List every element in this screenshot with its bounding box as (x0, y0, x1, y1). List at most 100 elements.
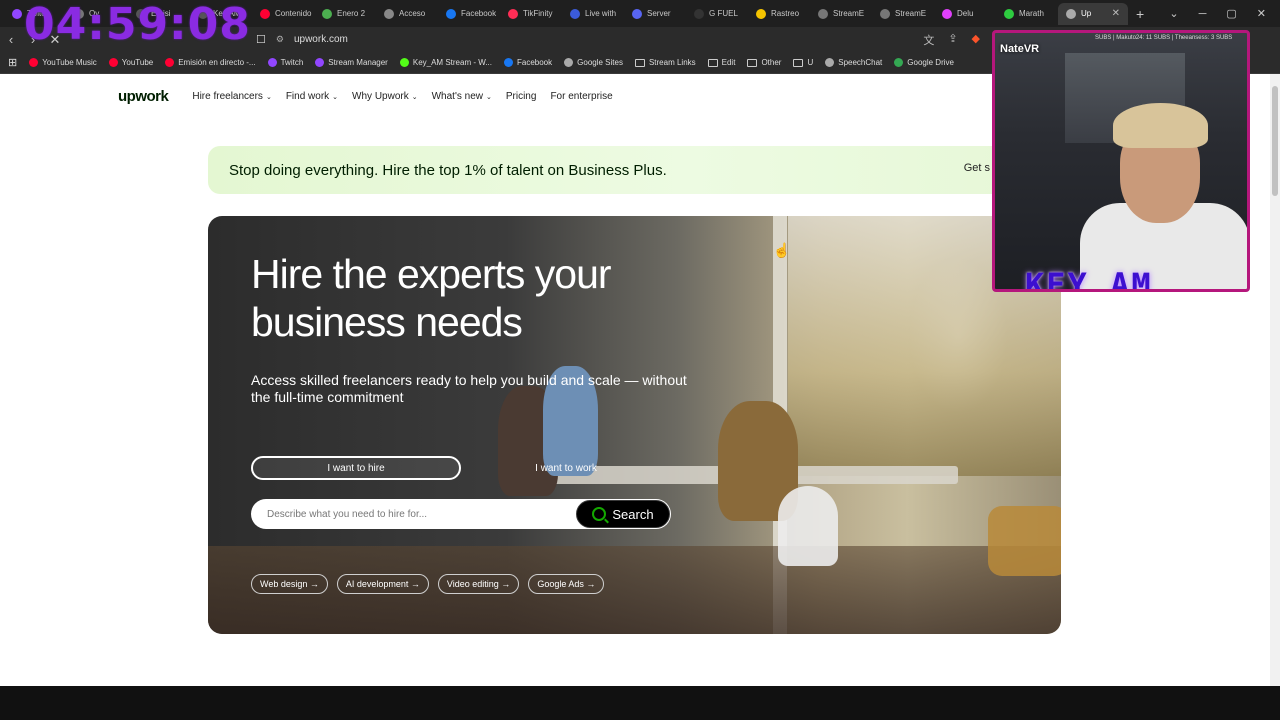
bookmark-star-icon[interactable]: ☐ (256, 33, 266, 46)
chip-web-design[interactable]: Web design → (251, 574, 328, 594)
browser-tab[interactable]: Marath (996, 3, 1058, 25)
scrollbar-thumb[interactable] (1272, 86, 1278, 196)
url-text[interactable]: upwork.com (294, 34, 348, 45)
chevron-down-icon: ⌄ (485, 93, 492, 101)
webcam-overlay: NateVR SUBS | Makuto24: 11 SUBS | Theean… (992, 30, 1250, 292)
browser-tab[interactable]: Live with (562, 3, 624, 25)
tab-title: Up (1081, 9, 1092, 18)
page-scrollbar[interactable] (1270, 74, 1280, 686)
browser-tab[interactable]: Delu (934, 3, 996, 25)
bookmark-item[interactable]: Facebook (504, 58, 552, 67)
folder-icon (634, 58, 645, 67)
bookmark-folder[interactable]: Edit (707, 58, 736, 67)
bookmark-item[interactable]: YouTube Music (29, 58, 97, 67)
hero-search-input[interactable] (251, 508, 576, 520)
bookmark-favicon-icon (399, 58, 409, 67)
bookmark-favicon-icon (315, 58, 325, 67)
bookmark-item[interactable]: Emisión en directo -... (165, 58, 256, 67)
nav-whats-new[interactable]: What's new ⌄ (432, 91, 492, 102)
toggle-i-want-to-work[interactable]: I want to work (461, 456, 671, 480)
nav-why-upwork[interactable]: Why Upwork ⌄ (352, 91, 418, 102)
browser-tab[interactable]: Enero 2 (314, 3, 376, 25)
browser-tab[interactable]: Contenido (252, 3, 314, 25)
bookmark-label: Facebook (517, 58, 553, 67)
tab-search-icon[interactable]: ⌄ (1169, 7, 1178, 20)
browser-tab[interactable]: Acceso (376, 3, 438, 25)
search-icon (592, 507, 607, 521)
bookmark-folder[interactable]: Stream Links (634, 58, 696, 67)
share-icon[interactable]: ⇪ (948, 32, 957, 48)
bookmark-label: Stream Links (648, 58, 696, 67)
tab-title: G FUEL (709, 9, 738, 18)
bookmark-folder[interactable]: U (793, 58, 813, 67)
stream-timer-overlay: 04:59:08 (24, 0, 251, 50)
bookmark-item[interactable]: Google Drive (894, 58, 954, 67)
bookmark-item[interactable]: Twitch (267, 58, 303, 67)
toggle-i-want-to-hire[interactable]: I want to hire (251, 456, 462, 480)
tab-favicon-icon (694, 8, 704, 19)
bookmark-label: Emisión en directo -... (178, 58, 256, 67)
search-button[interactable]: Search (576, 500, 670, 528)
suggestion-chips: Web design → AI development → Video edit… (251, 574, 605, 594)
bookmark-label: Google Drive (907, 58, 954, 67)
hero-search-bar: Search (251, 499, 671, 529)
browser-tab[interactable]: TikFinity (500, 3, 562, 25)
nav-for-enterprise[interactable]: For enterprise (550, 91, 612, 102)
browser-tab[interactable]: StreamE (872, 3, 934, 25)
browser-tab[interactable]: G FUEL (686, 3, 748, 25)
bookmark-item[interactable]: YouTube (108, 58, 153, 67)
back-icon[interactable]: ‹ (0, 32, 22, 47)
bookmark-label: YouTube Music (42, 58, 97, 67)
minimize-icon[interactable]: ─ (1199, 8, 1207, 20)
webcam-streamer-hair (1113, 103, 1208, 148)
translate-icon[interactable]: 文 (923, 32, 934, 48)
bookmark-item[interactable]: SpeechChat (825, 58, 882, 67)
tab-title: Enero 2 (337, 9, 366, 18)
tab-favicon-icon (632, 8, 642, 19)
bookmark-item[interactable]: Key_AM Stream - W... (399, 58, 492, 67)
new-tab-icon[interactable]: + (1128, 6, 1152, 22)
maximize-icon[interactable]: ▢ (1226, 7, 1236, 20)
bookmark-label: Edit (721, 58, 736, 67)
tab-title: TikFinity (523, 9, 553, 18)
bookmark-folder[interactable]: Other (747, 58, 781, 67)
brave-shield-icon[interactable]: ◆ (972, 32, 980, 48)
tab-favicon-icon (880, 8, 890, 19)
screen-bottom-strip (0, 686, 1280, 720)
tab-favicon-icon (446, 8, 456, 19)
browser-tab[interactable]: Server (624, 3, 686, 25)
site-info-icon[interactable]: ⚙ (276, 34, 284, 45)
browser-tab[interactable]: Facebook (438, 3, 500, 25)
bookmark-item[interactable]: Google Sites (564, 58, 623, 67)
tab-favicon-icon (756, 8, 766, 19)
promo-banner-cta[interactable]: Get s (964, 162, 990, 174)
tab-close-icon[interactable]: ✕ (1112, 8, 1120, 19)
tab-title: StreamE (833, 9, 865, 18)
chip-google-ads[interactable]: Google Ads → (528, 574, 605, 594)
chip-video-editing[interactable]: Video editing → (437, 574, 520, 594)
chip-ai-development[interactable]: AI development → (336, 574, 429, 594)
omnibox[interactable]: ☐ ⚙ upwork.com (256, 33, 348, 46)
tab-favicon-icon (1066, 8, 1076, 19)
bookmark-label: Other (761, 58, 782, 67)
tab-favicon-icon (384, 8, 394, 19)
nav-find-work[interactable]: Find work ⌄ (286, 91, 338, 102)
nav-pricing[interactable]: Pricing (506, 91, 537, 102)
bookmark-favicon-icon (108, 58, 118, 67)
chevron-down-icon: ⌄ (332, 93, 339, 101)
tab-title: Delu (957, 9, 974, 18)
mouse-cursor-icon: ☝ (773, 242, 791, 258)
nav-hire-freelancers[interactable]: Hire freelancers ⌄ (192, 91, 271, 102)
close-window-icon[interactable]: ✕ (1257, 7, 1266, 20)
bookmark-favicon-icon (825, 58, 835, 67)
folder-icon (793, 58, 804, 67)
tab-title: Server (647, 9, 671, 18)
upwork-logo[interactable]: upwork (118, 88, 169, 105)
browser-tab[interactable]: Rastreo (748, 3, 810, 25)
hero-section: Hire the experts your business needs Acc… (208, 216, 1061, 634)
apps-grid-icon[interactable]: ⊞ (8, 56, 17, 69)
browser-tab[interactable]: Up ✕ (1058, 2, 1128, 25)
bookmark-item[interactable]: Stream Manager (315, 58, 388, 67)
promo-banner[interactable]: Stop doing everything. Hire the top 1% o… (208, 146, 1008, 194)
browser-tab[interactable]: StreamE (810, 3, 872, 25)
